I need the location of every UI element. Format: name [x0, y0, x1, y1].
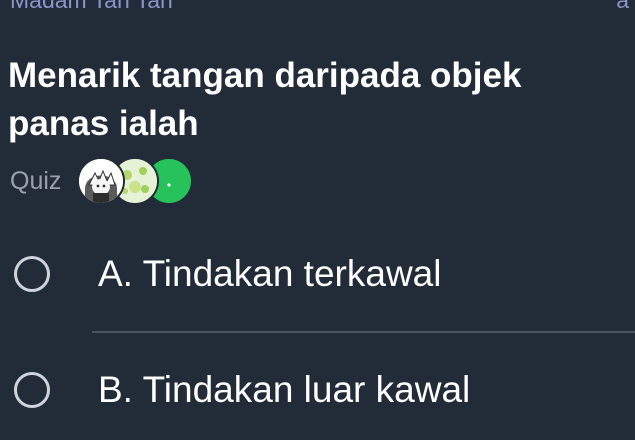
radio-b[interactable]	[14, 372, 50, 408]
quiz-screen: Madam Tan Tan a Menarik tangan daripada …	[0, 0, 635, 440]
quiz-meta-row: Quiz	[10, 157, 197, 205]
option-b[interactable]: B. Tindakan luar kawal	[0, 352, 635, 432]
option-a[interactable]: A. Tindakan terkawal	[0, 236, 635, 316]
radio-a[interactable]	[14, 256, 50, 292]
option-divider	[92, 331, 635, 333]
header-truncated-text: a	[616, 0, 629, 13]
reactor-avatars[interactable]	[77, 157, 197, 205]
option-a-label: A. Tindakan terkawal	[98, 253, 442, 294]
author-name[interactable]: Madam Tan Tan	[10, 0, 173, 12]
question-title: Menarik tangan daripada objek panas iala…	[8, 56, 522, 143]
quiz-label: Quiz	[10, 167, 62, 195]
option-b-label: B. Tindakan luar kawal	[98, 369, 471, 410]
